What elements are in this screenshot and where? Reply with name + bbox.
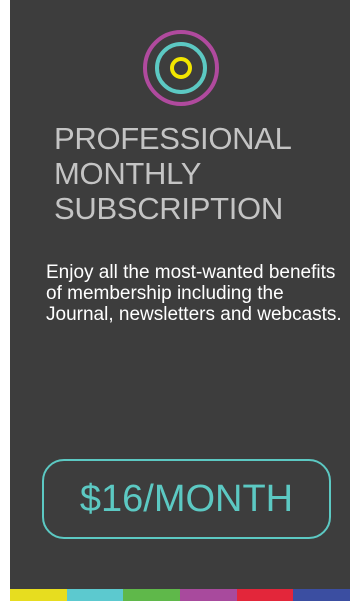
stripe-red xyxy=(236,589,294,601)
stripe-blue xyxy=(293,589,351,601)
color-stripe xyxy=(10,589,351,601)
stripe-green xyxy=(123,589,181,601)
plan-title: PROFESSIONAL MONTHLY SUBSCRIPTION xyxy=(54,121,344,226)
target-icon xyxy=(143,30,219,106)
stripe-purple xyxy=(180,589,237,601)
stripe-yellow xyxy=(10,589,67,601)
stripe-cyan xyxy=(66,589,124,601)
plan-title-line-2: MONTHLY xyxy=(54,156,202,191)
plan-description: Enjoy all the most-wanted benefits of me… xyxy=(46,262,342,325)
target-inner-ring xyxy=(170,57,192,79)
target-middle-ring xyxy=(155,42,207,94)
plan-title-line-1: PROFESSIONAL xyxy=(54,121,292,156)
plan-title-line-3: SUBSCRIPTION xyxy=(54,191,283,226)
price-button[interactable]: $16/MONTH xyxy=(42,459,331,539)
price-label: $16/MONTH xyxy=(79,477,294,520)
subscription-card: PROFESSIONAL MONTHLY SUBSCRIPTION Enjoy … xyxy=(10,0,351,601)
